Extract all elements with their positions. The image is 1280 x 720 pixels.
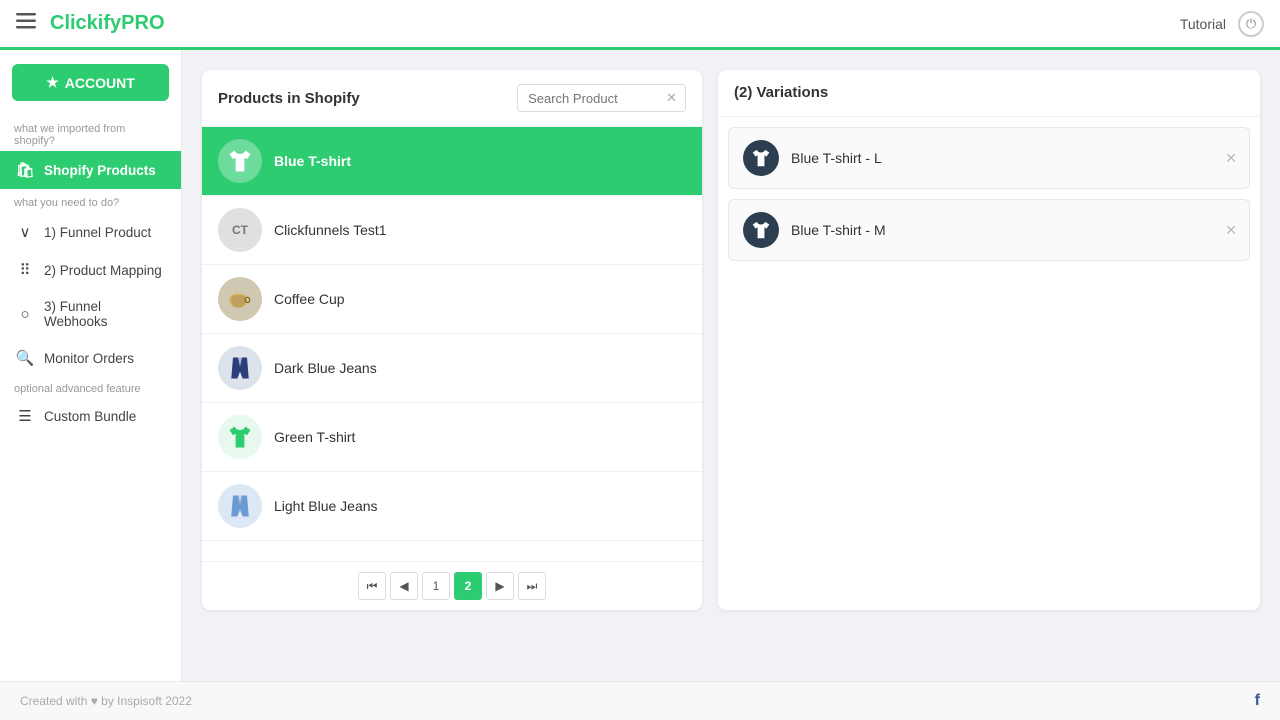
- product-name: Dark Blue Jeans: [274, 360, 377, 376]
- variation-icon: [743, 212, 779, 248]
- sidebar: ★ ACCOUNT what we imported from shopify?…: [0, 50, 182, 681]
- sidebar-item-shopify-products[interactable]: 🛍 Shopify Products: [0, 151, 181, 189]
- account-button[interactable]: ★ ACCOUNT: [12, 64, 169, 101]
- product-name: Blue T-shirt: [274, 153, 351, 169]
- product-list: Blue T-shirt CT Clickfunnels Test1: [202, 127, 702, 561]
- menu-icon[interactable]: [16, 13, 36, 34]
- grid-icon: ⠿: [14, 261, 36, 279]
- variation-item: Blue T-shirt - M ✕: [728, 199, 1250, 261]
- account-star-icon: ★: [46, 74, 59, 91]
- facebook-icon[interactable]: f: [1255, 692, 1260, 710]
- variations-title: (2) Variations: [734, 84, 828, 101]
- sidebar-optional-label: optional advanced feature: [0, 377, 181, 397]
- sidebar-item-product-mapping[interactable]: ⠿ 2) Product Mapping: [0, 251, 181, 289]
- power-button[interactable]: ⏻: [1238, 11, 1264, 37]
- products-panel: Products in Shopify ✕ Blue T-shirt: [202, 70, 702, 610]
- pagination-first-button[interactable]: ⏮: [358, 572, 386, 600]
- variations-panel: (2) Variations Blue T-shirt - L ✕: [718, 70, 1260, 610]
- variation-close-button[interactable]: ✕: [1225, 222, 1237, 239]
- product-name: Clickfunnels Test1: [274, 222, 387, 238]
- product-avatar: [218, 277, 262, 321]
- variation-item: Blue T-shirt - L ✕: [728, 127, 1250, 189]
- product-name: Light Blue Jeans: [274, 498, 378, 514]
- products-panel-header: Products in Shopify ✕: [202, 70, 702, 127]
- pagination-last-button[interactable]: ⏭: [518, 572, 546, 600]
- pagination-page-1[interactable]: 1: [422, 572, 450, 600]
- sidebar-item-monitor-orders[interactable]: 🔍 Monitor Orders: [0, 339, 181, 377]
- product-item[interactable]: Dark Blue Jeans: [202, 334, 702, 403]
- sidebar-item-funnel-webhooks[interactable]: ○ 3) Funnel Webhooks: [0, 289, 181, 339]
- content-area: Products in Shopify ✕ Blue T-shirt: [182, 50, 1280, 681]
- app-logo: ClickifyPRO: [50, 12, 165, 35]
- product-item[interactable]: Green T-shirt: [202, 403, 702, 472]
- products-panel-title: Products in Shopify: [218, 90, 360, 107]
- product-name: Green T-shirt: [274, 429, 355, 445]
- product-name: Coffee Cup: [274, 291, 345, 307]
- product-avatar: [218, 139, 262, 183]
- variations-header: (2) Variations: [718, 70, 1260, 117]
- pagination-page-2[interactable]: 2: [454, 572, 482, 600]
- pagination-prev-button[interactable]: ◀: [390, 572, 418, 600]
- sidebar-section-imported: what we imported from shopify?: [0, 115, 181, 151]
- pagination: ⏮ ◀ 1 2 ▶ ⏭: [202, 561, 702, 610]
- product-avatar: CT: [218, 208, 262, 252]
- pagination-next-button[interactable]: ▶: [486, 572, 514, 600]
- tutorial-link[interactable]: Tutorial: [1180, 16, 1226, 32]
- footer-text: Created with ♥ by Inspisoft 2022: [20, 694, 192, 708]
- chevron-down-icon: ∨: [14, 223, 36, 241]
- product-item[interactable]: Coffee Cup: [202, 265, 702, 334]
- search-icon: 🔍: [14, 349, 36, 367]
- product-avatar: [218, 346, 262, 390]
- sidebar-section-todo: what you need to do?: [0, 189, 181, 213]
- topbar-right: Tutorial ⏻: [1180, 11, 1264, 37]
- bundle-icon: ☰: [14, 407, 36, 425]
- product-avatar: [218, 415, 262, 459]
- main-layout: ★ ACCOUNT what we imported from shopify?…: [0, 50, 1280, 681]
- search-input[interactable]: [518, 86, 658, 111]
- variation-icon: [743, 140, 779, 176]
- variation-close-button[interactable]: ✕: [1225, 150, 1237, 167]
- product-avatar: [218, 484, 262, 528]
- topbar: ClickifyPRO Tutorial ⏻: [0, 0, 1280, 50]
- variation-name: Blue T-shirt - L: [791, 150, 1235, 166]
- product-item[interactable]: CT Clickfunnels Test1: [202, 196, 702, 265]
- product-item[interactable]: Blue T-shirt: [202, 127, 702, 196]
- product-item[interactable]: Light Blue Jeans: [202, 472, 702, 541]
- footer: Created with ♥ by Inspisoft 2022 f: [0, 681, 1280, 720]
- sidebar-item-funnel-product[interactable]: ∨ 1) Funnel Product: [0, 213, 181, 251]
- circle-icon: ○: [14, 306, 36, 323]
- search-container: ✕: [517, 84, 686, 112]
- variation-name: Blue T-shirt - M: [791, 222, 1235, 238]
- variation-list: Blue T-shirt - L ✕ Blue T-shirt - M ✕: [718, 117, 1260, 610]
- shopify-icon: 🛍: [14, 161, 36, 179]
- sidebar-item-custom-bundle[interactable]: ☰ Custom Bundle: [0, 397, 181, 435]
- search-clear-button[interactable]: ✕: [658, 85, 685, 111]
